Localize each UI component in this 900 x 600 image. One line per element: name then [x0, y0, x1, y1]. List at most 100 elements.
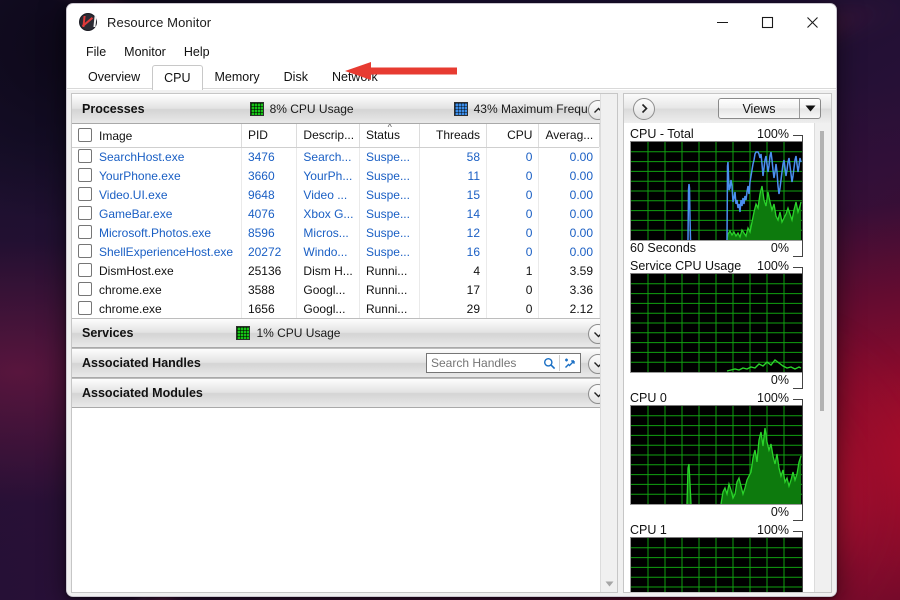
cell-status: Runni... — [359, 261, 421, 280]
table-row[interactable]: Video.UI.exe 9648 Video ... Suspe... 15 0 0.00 — [72, 185, 600, 204]
graph-cpu-1-title: CPU 1 — [630, 523, 667, 537]
cell-description: Micros... — [296, 223, 360, 242]
cell-description: Windo... — [296, 242, 360, 261]
column-header-average[interactable]: Averag... — [538, 124, 600, 148]
cell-description: YourPh... — [296, 166, 360, 185]
graph-cpu-total-ymin: 0% — [770, 241, 789, 255]
processes-cpu-usage: 8% CPU Usage — [249, 102, 354, 116]
section-header-processes[interactable]: Processes 8% CPU Usage 43% Maximum Frequ… — [72, 94, 617, 124]
maximize-button[interactable] — [745, 4, 790, 40]
row-checkbox[interactable] — [78, 282, 92, 296]
process-table-body: SearchHost.exe 3476 Search... Suspe... 58 0 0.… — [72, 147, 600, 318]
tab-memory[interactable]: Memory — [203, 65, 272, 89]
search-sparkle-button[interactable] — [560, 354, 580, 372]
cell-average: 0.00 — [538, 223, 600, 242]
collapse-graphs-panel-button[interactable] — [633, 97, 655, 120]
cell-cpu: 0 — [486, 280, 540, 299]
row-checkbox[interactable] — [78, 244, 92, 258]
cell-description: Dism H... — [296, 261, 360, 280]
menu-item-file[interactable]: File — [77, 43, 115, 61]
cell-pid: 9648 — [241, 185, 298, 204]
graph-cpu-total-canvas — [630, 141, 803, 241]
title-bar[interactable]: Resource Monitor — [67, 4, 836, 40]
row-checkbox[interactable] — [78, 206, 92, 220]
row-checkbox[interactable] — [78, 149, 92, 164]
table-row[interactable]: ShellExperienceHost.exe 20272 Windo... Susp… — [72, 242, 600, 261]
cell-image: SearchHost.exe — [72, 147, 242, 166]
process-table-container[interactable]: Image PID Descrip... ^ Status Threads CPU… — [72, 124, 617, 318]
cell-image: chrome.exe — [72, 280, 242, 299]
cell-pid: 1656 — [241, 299, 298, 318]
graphs-scrollbar[interactable] — [814, 123, 831, 592]
graph-cpu-0-footer: 0% — [630, 505, 815, 519]
cell-pid: 20272 — [241, 242, 298, 261]
table-header-row: Image PID Descrip... ^ Status Threads CPU… — [72, 124, 600, 148]
minimize-button[interactable] — [700, 4, 745, 40]
table-row[interactable]: YourPhone.exe 3660 YourPh... Suspe... 11 0 0.0… — [72, 166, 600, 185]
cell-cpu: 0 — [486, 223, 540, 242]
tab-overview[interactable]: Overview — [76, 65, 152, 89]
cell-threads: 12 — [419, 223, 488, 242]
cell-pid: 8596 — [241, 223, 298, 242]
cell-cpu: 1 — [486, 261, 540, 280]
views-dropdown-arrow[interactable] — [800, 105, 820, 112]
table-row[interactable]: GameBar.exe 4076 Xbox G... Suspe... 14 0 0.00 — [72, 204, 600, 223]
graph-service-cpu-canvas — [630, 273, 803, 373]
cpu-usage-mini-graph-icon — [249, 102, 264, 116]
graph-cpu-total-ymax: 100% — [757, 127, 789, 141]
search-button[interactable] — [539, 354, 559, 372]
menu-item-monitor[interactable]: Monitor — [115, 43, 175, 61]
graph-cpu-0-header: CPU 0 100% — [630, 391, 815, 405]
row-checkbox[interactable] — [78, 168, 92, 182]
graph-service-cpu-ymax: 100% — [757, 259, 789, 273]
section-header-associated-modules[interactable]: Associated Modules — [72, 378, 617, 408]
table-row[interactable]: DismHost.exe 25136 Dism H... Runni... 4 1 3.59 — [72, 261, 600, 280]
search-handles-input[interactable] — [427, 356, 539, 370]
cell-cpu: 0 — [486, 204, 540, 223]
cell-description: Video ... — [296, 185, 360, 204]
section-header-services[interactable]: Services 1% CPU Usage — [72, 318, 617, 348]
search-handles-box[interactable] — [426, 353, 581, 373]
tab-disk[interactable]: Disk — [272, 65, 320, 89]
graph-cpu-1-ymax: 100% — [757, 523, 789, 537]
close-button[interactable] — [790, 4, 835, 40]
column-header-status[interactable]: ^ Status — [359, 124, 421, 148]
table-row[interactable]: Microsoft.Photos.exe 8596 Micros... Suspe..… — [72, 223, 600, 242]
cell-pid: 3476 — [241, 147, 298, 166]
graphs-scroll-thumb[interactable] — [820, 131, 824, 411]
views-button[interactable]: Views — [718, 98, 821, 119]
sort-ascending-icon: ^ — [387, 124, 392, 132]
left-pane-scrollbar[interactable] — [600, 94, 617, 592]
column-header-cpu[interactable]: CPU — [486, 124, 540, 148]
column-header-pid[interactable]: PID — [241, 124, 298, 148]
table-row[interactable]: chrome.exe 3588 Googl... Runni... 17 0 3.36 — [72, 280, 600, 299]
column-header-image[interactable]: Image — [72, 124, 242, 148]
chevron-right-icon — [641, 103, 648, 114]
column-header-description[interactable]: Descrip... — [296, 124, 360, 148]
cell-image: YourPhone.exe — [72, 166, 242, 185]
select-all-checkbox[interactable] — [78, 127, 92, 142]
row-checkbox[interactable] — [78, 301, 92, 315]
scroll-down-button[interactable] — [601, 576, 617, 592]
graph-cpu-total-footer: 60 Seconds 0% — [630, 241, 815, 255]
column-header-threads[interactable]: Threads — [419, 124, 488, 148]
cell-cpu: 0 — [486, 242, 540, 261]
menu-item-help[interactable]: Help — [175, 43, 219, 61]
row-checkbox[interactable] — [78, 225, 92, 239]
section-header-associated-handles[interactable]: Associated Handles — [72, 348, 617, 378]
tab-cpu[interactable]: CPU — [152, 65, 203, 90]
table-row[interactable]: chrome.exe 1656 Googl... Runni... 29 0 2.12 — [72, 299, 600, 318]
cell-status: Suspe... — [359, 166, 421, 185]
graphs-container: CPU - Total 100% 60 Seconds 0% Service C… — [624, 123, 815, 592]
search-icon — [543, 357, 555, 369]
row-checkbox[interactable] — [78, 263, 92, 277]
table-row[interactable]: SearchHost.exe 3476 Search... Suspe... 58 0 0.… — [72, 147, 600, 166]
cell-threads: 14 — [419, 204, 488, 223]
services-title: Services — [82, 326, 134, 340]
cell-status: Runni... — [359, 280, 421, 299]
content-area: Processes 8% CPU Usage 43% Maximum Frequ… — [67, 90, 836, 596]
cell-pid: 3660 — [241, 166, 298, 185]
row-checkbox[interactable] — [78, 187, 92, 201]
cell-cpu: 0 — [486, 147, 540, 166]
cell-average: 0.00 — [538, 185, 600, 204]
